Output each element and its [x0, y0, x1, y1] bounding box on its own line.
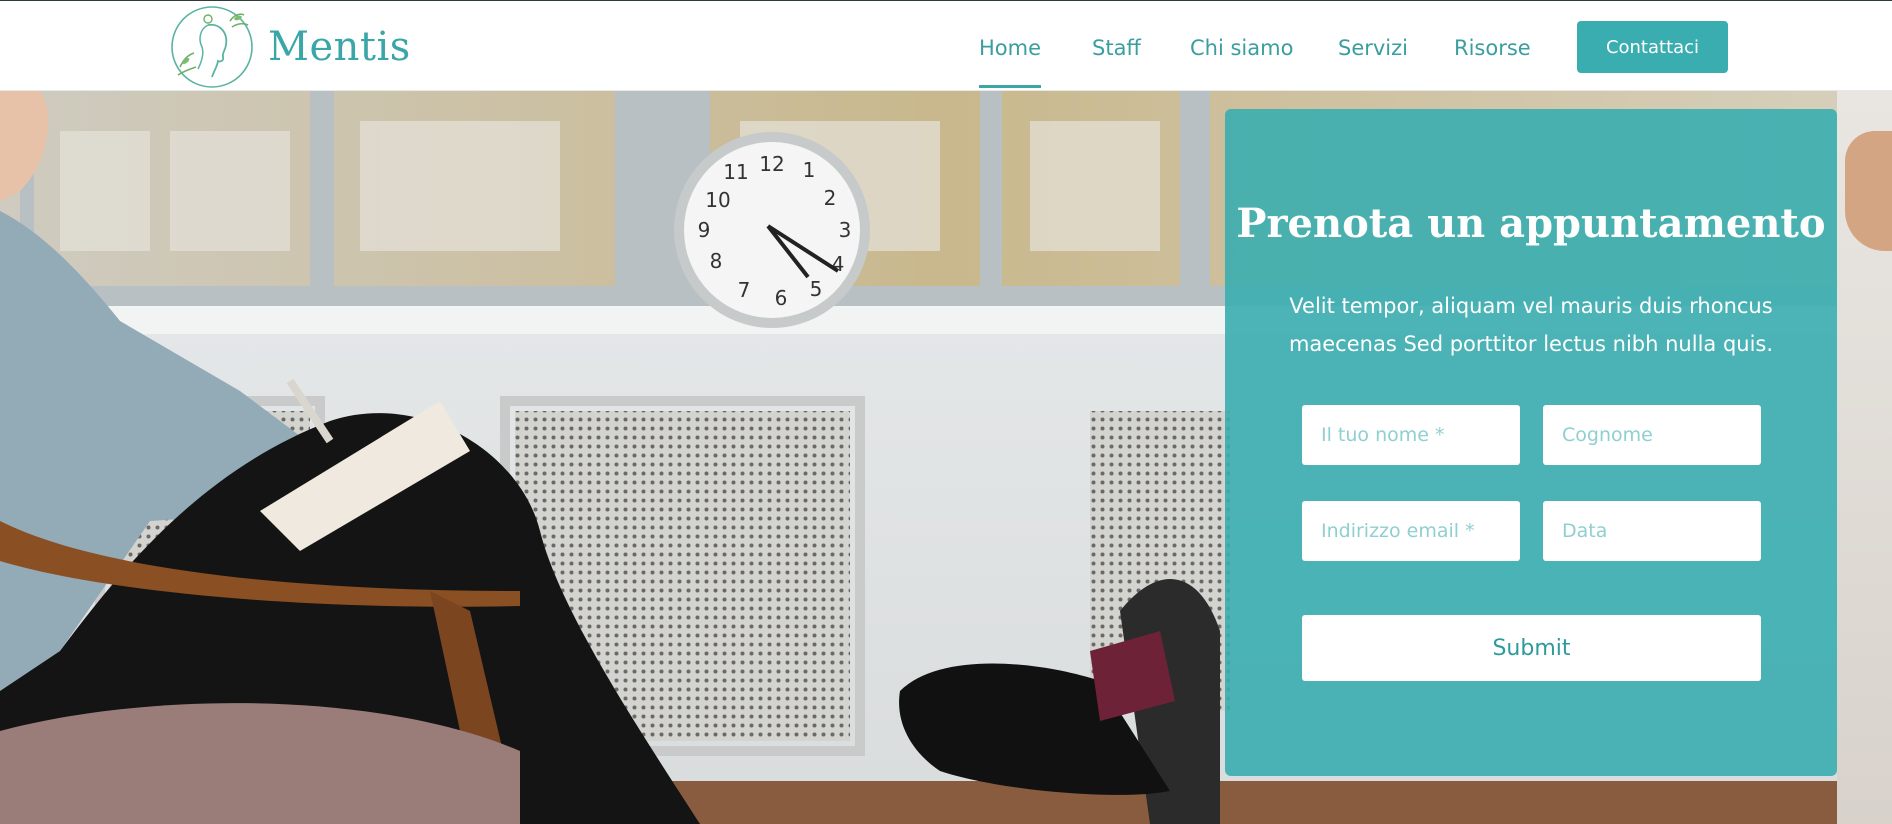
contact-button[interactable]: Contattaci [1577, 21, 1728, 73]
nav-item-chi-siamo[interactable]: Chi siamo [1190, 34, 1293, 62]
svg-text:4: 4 [832, 252, 845, 276]
svg-text:2: 2 [824, 186, 837, 210]
booking-form-card: Prenota un appuntamento Velit tempor, al… [1225, 109, 1837, 776]
woman-profile-wreath-logo-icon [171, 6, 253, 88]
svg-text:6: 6 [775, 286, 788, 310]
svg-text:10: 10 [705, 188, 730, 212]
svg-text:9: 9 [698, 218, 711, 242]
submit-button[interactable]: Submit [1302, 615, 1761, 681]
svg-text:1: 1 [803, 158, 816, 182]
brand-logo[interactable]: Mentis [168, 5, 411, 89]
first-name-input[interactable] [1302, 405, 1520, 465]
svg-text:8: 8 [710, 249, 723, 273]
svg-text:5: 5 [810, 277, 823, 301]
last-name-input[interactable] [1543, 405, 1761, 465]
svg-text:11: 11 [723, 160, 748, 184]
email-input[interactable] [1302, 501, 1520, 561]
site-header: Mentis Home Staff Chi siamo Servizi Riso… [0, 0, 1892, 91]
nav-item-risorse[interactable]: Risorse [1454, 34, 1531, 62]
brand-name: Mentis [268, 24, 411, 70]
nav-item-staff[interactable]: Staff [1092, 34, 1141, 62]
date-input[interactable] [1543, 501, 1761, 561]
hero-right-face [1845, 131, 1892, 251]
booking-description: Velit tempor, aliquam vel mauris duis rh… [1288, 294, 1774, 356]
nav-item-servizi[interactable]: Servizi [1338, 34, 1408, 62]
svg-text:7: 7 [738, 278, 751, 302]
booking-title: Prenota un appuntamento [1236, 200, 1826, 247]
nav-item-home[interactable]: Home [979, 34, 1042, 88]
svg-text:3: 3 [839, 218, 852, 242]
svg-text:12: 12 [759, 152, 784, 176]
